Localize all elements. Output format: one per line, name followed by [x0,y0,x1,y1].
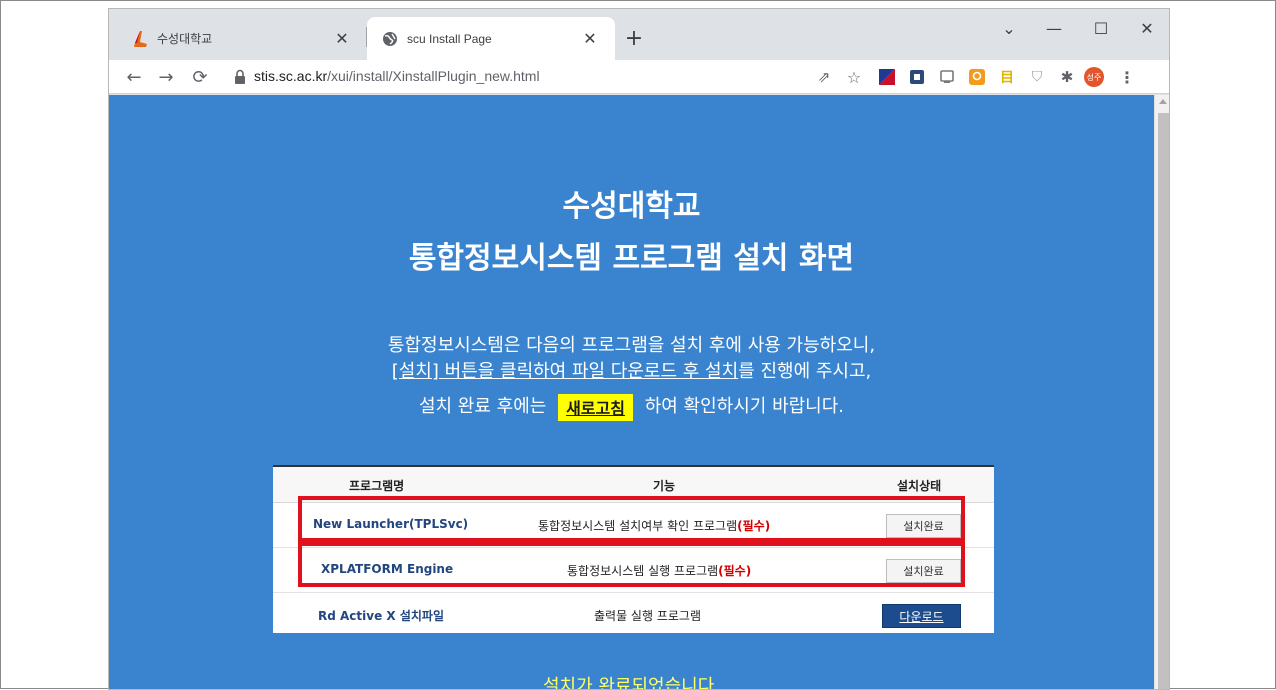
address-bar[interactable]: stis.sc.ac.kr/xui/install/XinstallPlugin… [254,68,540,84]
browser-window: 수성대학교 ✕ scu Install Page ✕ + ⌄ — ☐ ✕ ← →… [108,8,1170,690]
screenshot-frame: 수성대학교 ✕ scu Install Page ✕ + ⌄ — ☐ ✕ ← →… [0,0,1276,690]
download-button[interactable]: 다운로드 [882,604,961,628]
table-row: Rd Active X 설치파일 출력물 실행 프로그램 다운로드 [273,593,994,638]
tab-scu-home[interactable]: 수성대학교 ✕ [117,17,367,60]
program-name: Rd Active X 설치파일 [318,609,444,623]
maximize-button[interactable]: ☐ [1081,15,1121,41]
close-tab-icon[interactable]: ✕ [331,28,353,50]
browser-toolbar: ← → ⟳ stis.sc.ac.kr/xui/install/Xinstall… [109,60,1169,94]
extension-screen-icon[interactable] [937,67,957,87]
intro-line-2: [설치] 버튼을 클릭하여 파일 다운로드 후 설치를 진행에 주시고, [109,357,1154,383]
bookmark-star-icon[interactable]: ☆ [844,67,864,87]
profile-avatar[interactable]: 성주 [1084,67,1104,87]
page-heading-line1: 수성대학교 [562,189,701,224]
highlight-box [298,542,965,587]
extension-grid-icon[interactable]: 目 [997,67,1017,87]
tab-install-page[interactable]: scu Install Page ✕ [367,17,615,60]
extensions-puzzle-icon[interactable]: ✱ [1057,67,1077,87]
install-complete-message: 설치가 완료되었습니다. [542,676,721,690]
header-install-status: 설치상태 [897,479,942,493]
scu-logo-icon [131,30,149,48]
profile-label: 성주 [1084,67,1104,87]
intro-line-3-before: 설치 완료 후에는 [418,396,547,417]
extension-search-icon[interactable] [967,67,987,87]
program-function: 출력물 실행 프로그램 [594,607,701,624]
tab-strip: 수성대학교 ✕ scu Install Page ✕ + ⌄ — ☐ ✕ [109,9,1169,60]
page-viewport: 수성대학교 통합정보시스템 프로그램 설치 화면 통합정보시스템은 다음의 프로… [109,95,1154,690]
intro-line-3: 설치 완료 후에는 새로고침 하여 확인하시기 바랍니다. [109,392,1154,421]
globe-icon [381,30,399,48]
close-tab-icon[interactable]: ✕ [579,28,601,50]
close-window-button[interactable]: ✕ [1127,15,1167,41]
extension-flag-icon[interactable] [877,67,897,87]
tab-title: 수성대학교 [157,32,213,46]
page-heading-line2: 통합정보시스템 프로그램 설치 화면 [408,241,855,276]
share-icon[interactable]: ⇗ [814,67,834,87]
intro-install-instruction: [설치] 버튼을 클릭하여 파일 다운로드 후 설치 [391,361,739,382]
refresh-button[interactable]: 새로고침 [558,393,633,421]
header-function: 기능 [653,479,676,493]
shield-icon[interactable]: ⛉ [1027,67,1047,87]
intro-line-1: 통합정보시스템은 다음의 프로그램을 설치 후에 사용 가능하오니, [387,335,876,356]
highlight-box [298,496,965,542]
menu-kebab-icon[interactable]: ⋮ [1117,67,1137,87]
scroll-up-arrow-icon[interactable] [1159,99,1167,104]
forward-arrow-icon[interactable]: → [153,64,179,90]
minimize-button[interactable]: — [1034,15,1074,41]
page-scrollbar[interactable] [1154,95,1169,689]
lock-icon[interactable] [233,69,247,85]
header-program-name: 프로그램명 [349,479,405,493]
url-host: stis.sc.ac.kr [254,68,328,84]
reload-icon[interactable]: ⟳ [187,64,213,90]
tab-title: scu Install Page [407,31,492,46]
extension-box-icon[interactable] [907,67,927,87]
intro-line-2-rest: 를 진행에 주시고, [738,361,872,382]
back-arrow-icon[interactable]: ← [121,64,147,90]
intro-line-3-after: 하여 확인하시기 바랍니다. [644,396,845,417]
scrollbar-thumb[interactable] [1158,113,1169,689]
function-text: 출력물 실행 프로그램 [594,609,701,623]
url-path: /xui/install/XinstallPlugin_new.html [327,68,540,84]
tab-search-chevron-icon[interactable]: ⌄ [989,15,1029,41]
new-tab-button[interactable]: + [621,25,647,51]
